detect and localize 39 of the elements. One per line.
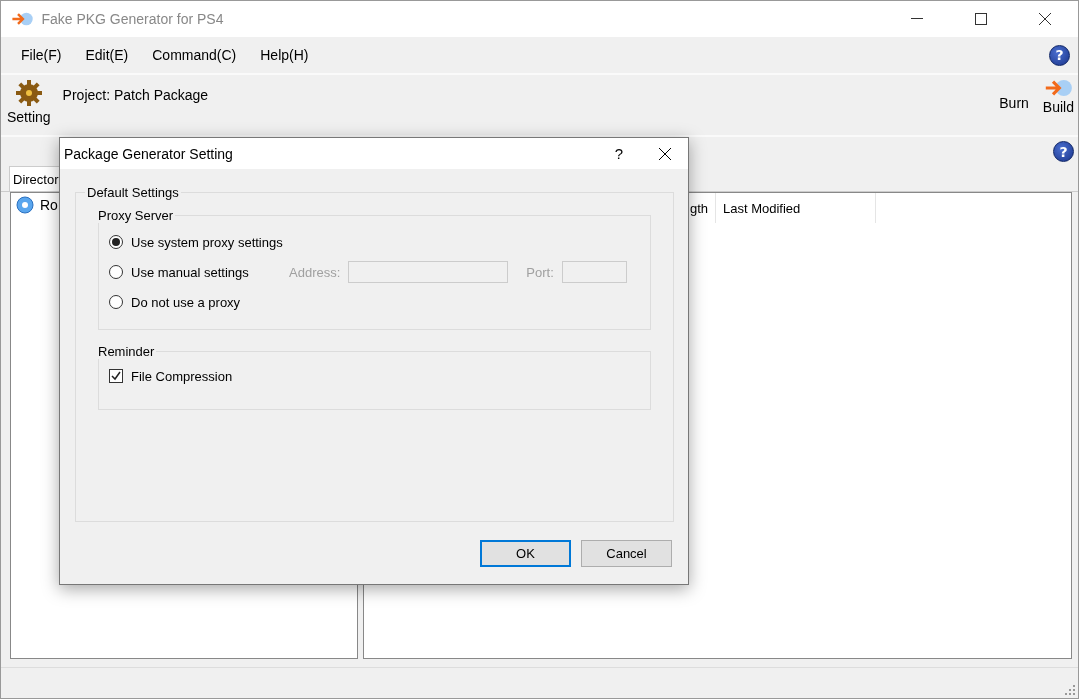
cancel-button[interactable]: Cancel [581,540,672,567]
address-label: Address: [289,264,341,280]
window-title: Fake PKG Generator for PS4 [41,11,225,27]
radio-label: Do not use a proxy [131,294,241,310]
radio-button[interactable] [109,295,123,309]
build-icon [1044,79,1073,97]
radio-label: Use manual settings [131,264,250,280]
build-button[interactable]: Build [1042,79,1074,115]
radio-button[interactable] [109,265,123,279]
setting-button[interactable]: Setting [7,79,51,125]
radio-button[interactable] [109,235,123,249]
app-logo-icon [11,12,34,26]
minimize-icon[interactable] [911,18,923,20]
port-label: Port: [526,264,554,280]
checkbox[interactable] [109,369,123,383]
disc-icon [16,196,34,214]
help-button[interactable]: ? [596,145,642,162]
gear-icon [13,79,44,107]
help-icon[interactable]: ? [1053,141,1074,162]
help-icon[interactable]: ? [1049,44,1070,66]
tree-item[interactable]: Ro [40,197,58,213]
group-title: Reminder [97,344,156,359]
group-title: Proxy Server [97,208,175,223]
menu-item[interactable]: Help(H) [248,47,321,63]
project-label: Project: Patch Package [62,87,210,103]
column-header[interactable]: Last Modified [716,193,876,223]
close-icon[interactable] [1039,13,1051,25]
resize-grip-icon[interactable] [1065,685,1075,695]
checkbox-label: File Compression [131,368,233,384]
group-title: Default Settings [86,185,180,200]
burn-button[interactable]: Burn [999,95,1029,111]
menu-item[interactable]: File(F) [9,47,74,63]
close-icon[interactable] [659,147,671,160]
menu-item[interactable]: Command(C) [140,47,249,63]
ok-button[interactable]: OK [480,540,571,567]
radio-label: Use system proxy settings [131,234,283,250]
maximize-icon[interactable] [975,13,987,25]
menu-item[interactable]: Edit(E) [73,47,141,63]
dialog-title: Package Generator Setting [64,145,234,162]
